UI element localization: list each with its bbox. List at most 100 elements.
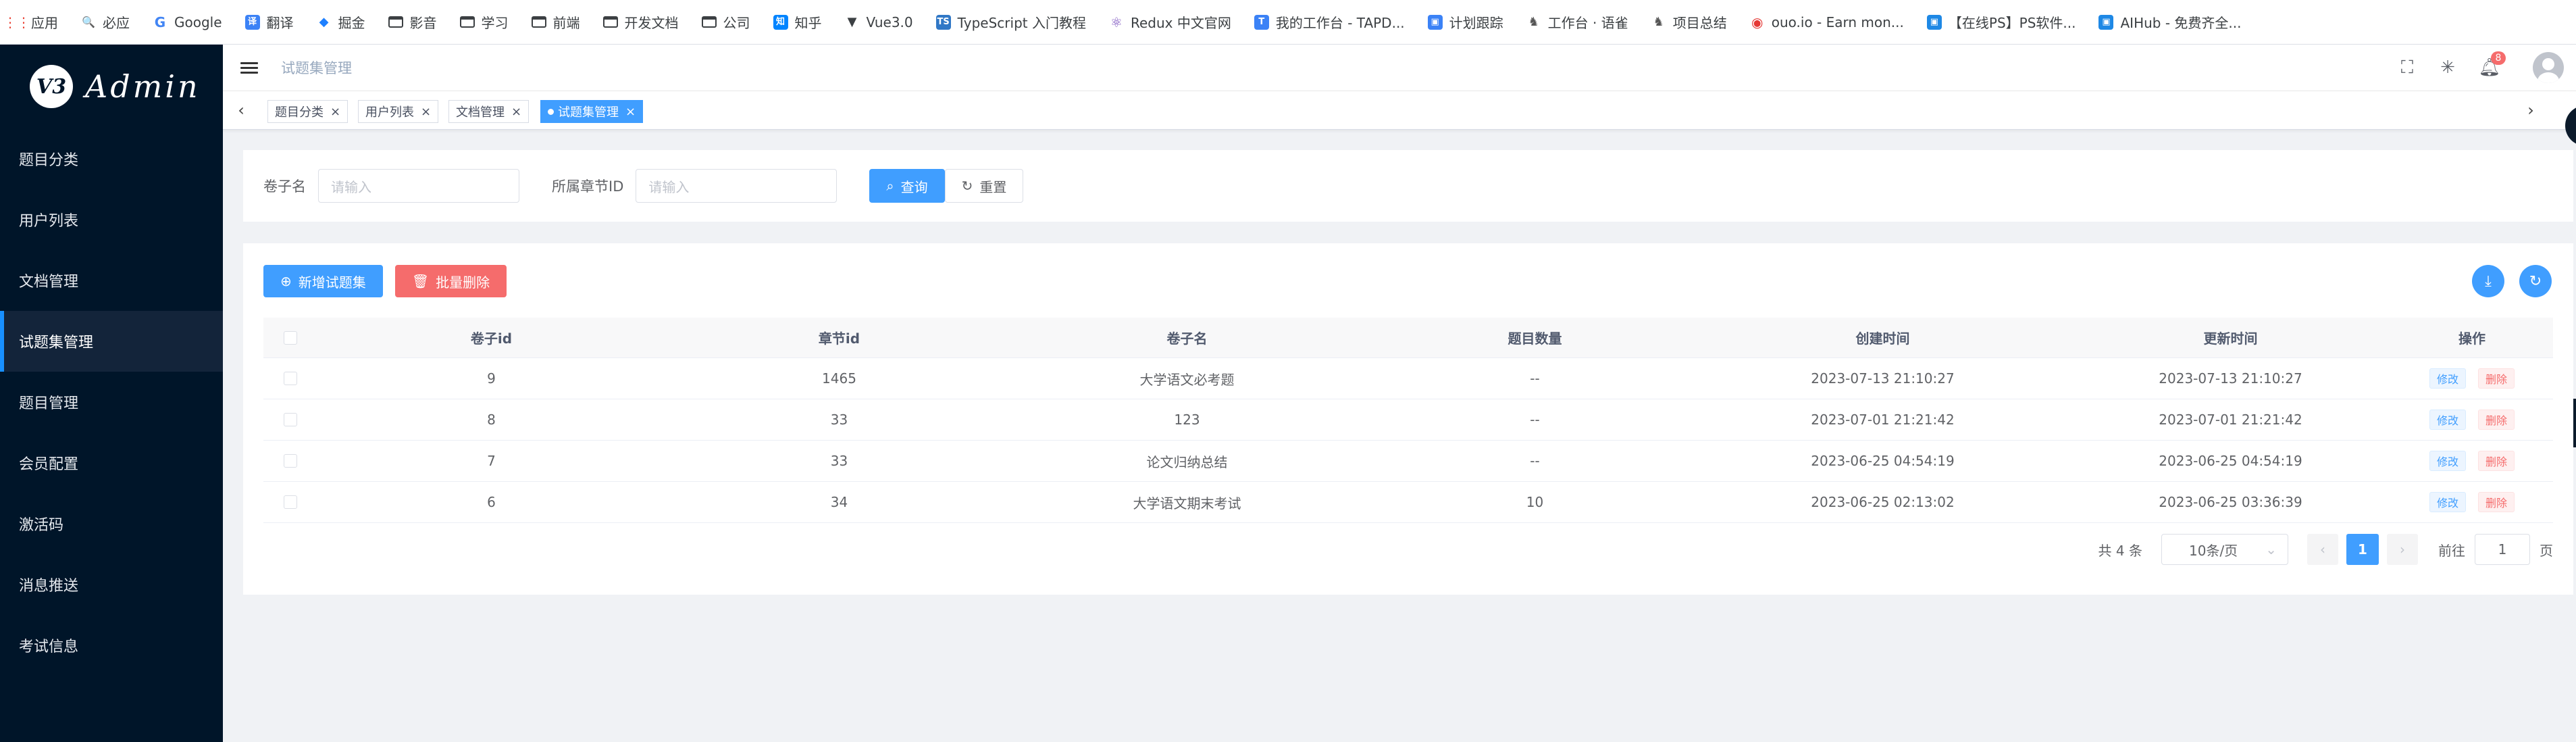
delete-button[interactable]: 删除 — [2478, 368, 2515, 389]
notification-bell-icon[interactable]: 🔔︎ 8 — [2469, 47, 2510, 88]
bookmark-google[interactable]: G Google — [153, 14, 222, 30]
reset-button[interactable]: ↻ 重置 — [944, 169, 1024, 203]
tags-scroll-left-icon[interactable]: ‹ — [231, 98, 251, 122]
breadcrumb[interactable]: 试题集管理 — [281, 57, 352, 78]
prev-page-button[interactable]: ‹ — [2307, 534, 2338, 565]
chapter-id-cell: 33 — [830, 453, 848, 469]
app-logo[interactable]: V3 Admin — [0, 45, 223, 128]
row-actions: 修改 删除 — [2404, 368, 2540, 389]
bookmark-yuque[interactable]: ♞ 工作台 · 语雀 — [1526, 12, 1628, 32]
sidebar-item-question-set-management[interactable]: 试题集管理 — [0, 311, 223, 372]
paper-name-cell: 论文归纳总结 — [1146, 453, 1228, 470]
tag-close-icon[interactable]: × — [511, 105, 521, 119]
bookmark-folder-study[interactable]: 学习 — [459, 12, 509, 32]
folder-icon — [459, 16, 475, 28]
add-question-set-button[interactable]: ⊕ 新增试题集 — [263, 265, 383, 297]
bookmark-redux[interactable]: ⚛ Redux 中文官网 — [1109, 12, 1231, 32]
search-icon: ⌕ — [886, 178, 894, 194]
page-number-current[interactable]: 1 — [2346, 534, 2379, 565]
goto-page-input[interactable]: 1 — [2475, 534, 2530, 565]
folder-icon — [602, 16, 618, 28]
bookmark-bing[interactable]: 🔍 必应 — [81, 12, 130, 32]
delete-button[interactable]: 删除 — [2478, 451, 2515, 471]
page-size-select[interactable]: 10条/页 ⌄ — [2161, 534, 2288, 565]
row-checkbox[interactable] — [263, 413, 317, 426]
bookmark-tapd[interactable]: T 我的工作台 - TAPD... — [1254, 12, 1405, 32]
sidebar-item-user-list[interactable]: 用户列表 — [0, 189, 223, 250]
bookmark-plan[interactable]: ▣ 计划跟踪 — [1427, 12, 1503, 32]
vue-icon: ▼ — [847, 14, 857, 29]
row-checkbox[interactable] — [263, 495, 317, 509]
bookmark-zhihu[interactable]: 知 知乎 — [773, 12, 822, 32]
paper-name-cell: 123 — [1174, 412, 1200, 428]
query-button[interactable]: ⌕ 查询 — [869, 169, 945, 203]
delete-button[interactable]: 删除 — [2478, 410, 2515, 430]
bookmark-translate[interactable]: 译 翻译 — [244, 12, 294, 32]
bookmark-ouo[interactable]: ◉ ouo.io - Earn mon... — [1750, 14, 1904, 30]
bookmark-folder-frontend[interactable]: 前端 — [531, 12, 580, 32]
column-header: 题目数量 — [1508, 330, 1562, 347]
paper-name-input[interactable]: 请输入 — [318, 169, 519, 203]
table-card: ⊕ 新增试题集 🗑︎ 批量删除 ⤓ ↻ 卷子id 章节id 卷子名 题目数量 创… — [243, 243, 2573, 595]
header-actions: ⛶ ✳ 🔔︎ 8 — [2387, 45, 2576, 91]
menu-toggle-icon[interactable] — [240, 61, 258, 74]
search-form: 卷子名 请输入 所属章节ID 请输入 ⌕ 查询 ↻ 重置 — [243, 150, 2573, 222]
chapter-id-input[interactable]: 请输入 — [636, 169, 838, 203]
delete-button[interactable]: 删除 — [2478, 492, 2515, 512]
refresh-icon[interactable]: ↻ — [2519, 265, 2552, 297]
tag-close-icon[interactable]: × — [625, 105, 636, 119]
paper-id-cell: 7 — [487, 453, 496, 469]
paper-name-label: 卷子名 — [263, 178, 306, 195]
tags-scroll-right-icon[interactable]: › — [2521, 98, 2541, 122]
edit-button[interactable]: 修改 — [2429, 451, 2466, 471]
sidebar-item-activation-code[interactable]: 激活码 — [0, 493, 223, 554]
refresh-icon: ↻ — [961, 178, 973, 194]
sidebar-item-document-management[interactable]: 文档管理 — [0, 250, 223, 311]
tags-view: ‹ 题目分类 × 用户列表 × 文档管理 × 试题集管理 × › — [223, 91, 2576, 130]
bookmark-aihub[interactable]: ▣ AIHub - 免费齐全... — [2098, 12, 2241, 32]
download-icon[interactable]: ⤓ — [2472, 265, 2504, 297]
updated-time-cell: 2023-07-01 21:21:42 — [2159, 412, 2302, 428]
next-page-button[interactable]: › — [2387, 534, 2418, 565]
bookmark-online-ps[interactable]: ▣ 【在线PS】PS软件... — [1926, 12, 2076, 32]
updated-time-cell: 2023-06-25 03:36:39 — [2159, 494, 2302, 510]
select-all-checkbox[interactable] — [263, 330, 317, 345]
bookmark-folder-media[interactable]: 影音 — [388, 12, 437, 32]
theme-toggle-icon[interactable]: ✳ — [2427, 47, 2468, 88]
goto-prefix: 前往 — [2438, 542, 2465, 559]
paper-id-cell: 9 — [487, 370, 496, 387]
chevron-down-icon: ⌄ — [2265, 541, 2277, 558]
paper-name-cell: 大学语文必考题 — [1139, 371, 1235, 388]
batch-delete-button[interactable]: 🗑︎ 批量删除 — [394, 265, 507, 297]
user-avatar[interactable] — [2533, 52, 2564, 83]
yuque-icon: ♞ — [1653, 14, 1664, 29]
logo-mark: V3 — [30, 65, 73, 108]
sidebar-item-question-category[interactable]: 题目分类 — [0, 128, 223, 189]
tag-close-icon[interactable]: × — [421, 105, 431, 119]
row-checkbox[interactable] — [263, 454, 317, 468]
bookmark-vue[interactable]: ▼ Vue3.0 — [845, 14, 913, 30]
sidebar-item-membership-config[interactable]: 会员配置 — [0, 432, 223, 493]
tag-user-list[interactable]: 用户列表 × — [358, 100, 439, 123]
tag-close-icon[interactable]: × — [330, 105, 340, 119]
row-actions: 修改 删除 — [2404, 492, 2540, 512]
plan-icon: ▣ — [1427, 14, 1443, 30]
bookmark-juejin[interactable]: ◆ 掘金 — [317, 12, 365, 32]
edit-button[interactable]: 修改 — [2429, 492, 2466, 512]
row-checkbox[interactable] — [263, 372, 317, 385]
bookmark-typescript[interactable]: TS TypeScript 入门教程 — [935, 12, 1086, 32]
sidebar-item-exam-info[interactable]: 考试信息 — [0, 615, 223, 676]
tag-document-management[interactable]: 文档管理 × — [448, 100, 530, 123]
edit-button[interactable]: 修改 — [2429, 410, 2466, 430]
table-header-row: 卷子id 章节id 卷子名 题目数量 创建时间 更新时间 操作 — [263, 318, 2553, 358]
sidebar-item-message-push[interactable]: 消息推送 — [0, 554, 223, 615]
fullscreen-icon[interactable]: ⛶ — [2387, 47, 2427, 88]
sidebar-item-question-management[interactable]: 题目管理 — [0, 372, 223, 432]
tag-question-set-management[interactable]: 试题集管理 × — [540, 100, 644, 123]
edit-button[interactable]: 修改 — [2429, 368, 2466, 389]
bookmark-folder-company[interactable]: 公司 — [701, 12, 750, 32]
bookmark-folder-devdocs[interactable]: 开发文档 — [602, 12, 679, 32]
bookmark-apps[interactable]: ⋮⋮ 应用 — [3, 12, 58, 32]
bookmark-project-summary[interactable]: ♞ 项目总结 — [1651, 12, 1727, 32]
tag-question-category[interactable]: 题目分类 × — [267, 100, 349, 123]
